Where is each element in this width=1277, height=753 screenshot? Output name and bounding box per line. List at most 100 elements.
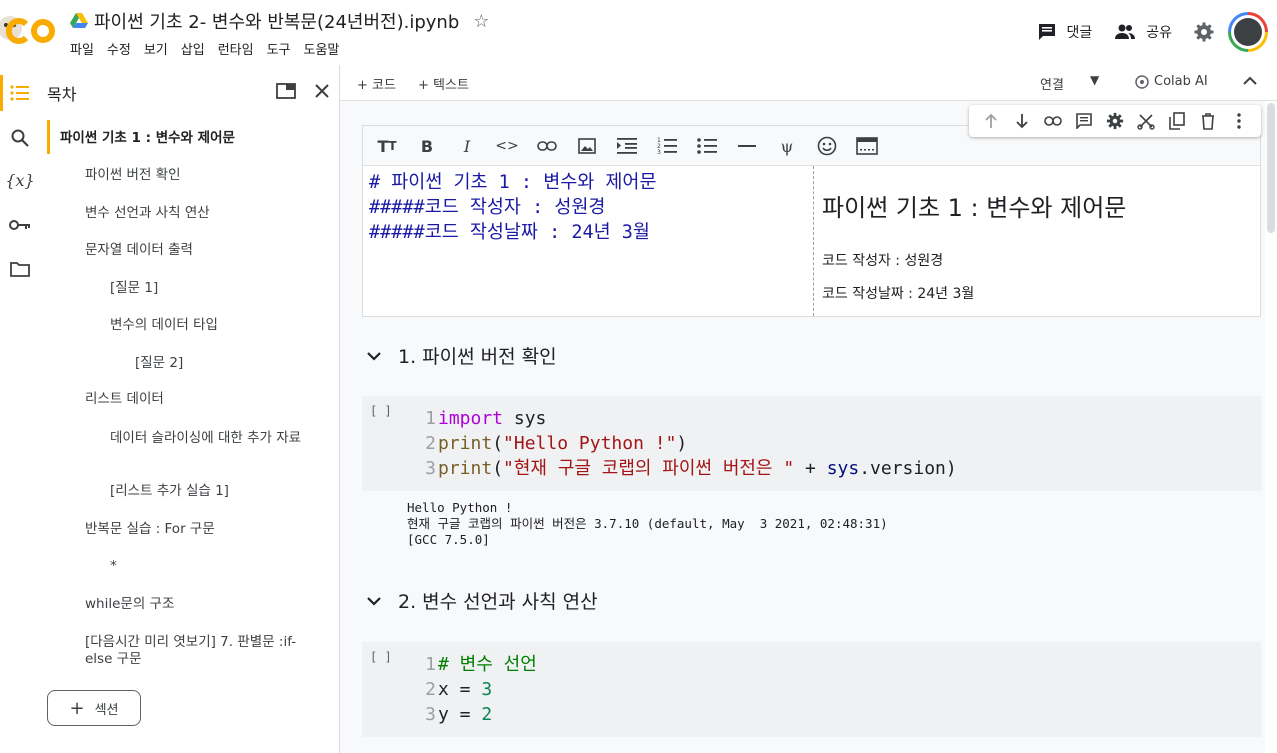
toc-item-asterisk[interactable]: * [110,558,117,575]
menu-file[interactable]: 파일 [70,39,94,58]
code-token: ) [676,433,688,454]
toc-item-for-loop[interactable]: 반복문 실습 : For 구문 [85,521,215,538]
heading-icon[interactable]: TT [375,135,399,157]
user-avatar[interactable] [1228,12,1268,52]
menu-view[interactable]: 보기 [144,39,168,58]
code-line[interactable]: 2 print("Hello Python !") [420,431,957,456]
run-cell-button[interactable]: [ ] [370,404,392,418]
notebook-toolbar: + 코드 + 텍스트 연결 ▼ Colab AI [340,65,1277,101]
star-icon[interactable]: ☆ [473,11,489,32]
italic-icon[interactable]: I [455,135,479,157]
comment-label: 댓글 [1066,25,1093,41]
chevron-up-icon[interactable] [1240,71,1260,95]
share-button[interactable]: 공유 [1114,22,1172,42]
line-number: 3 [425,704,436,725]
code-icon[interactable]: <> [495,135,519,157]
open-in-tab-icon[interactable] [274,79,298,103]
cell-action-toolbar [969,105,1261,137]
section-heading-2[interactable]: 2. 변수 선언과 사칙 연산 [362,587,598,614]
toc-item-while[interactable]: while문의 구조 [85,596,174,613]
comment-button[interactable]: 댓글 [1038,22,1092,42]
delete-icon[interactable] [1197,110,1219,132]
toc-item-slicing[interactable]: 데이터 슬라이싱에 대한 추가 자료 [110,430,310,447]
editor-preview-divider [813,166,814,316]
plus-icon: + [69,697,85,719]
toc-item-list-data[interactable]: 리스트 데이터 [85,391,164,408]
numbered-list-icon[interactable]: 123 [655,135,679,157]
toc-item-data-type[interactable]: 변수의 데이터 타입 [110,317,218,334]
scroll-thumb[interactable] [1267,103,1275,233]
code-line[interactable]: 1 import sys [420,406,957,431]
bold-icon[interactable]: B [415,135,439,157]
colab-ai-button[interactable]: Colab AI [1135,74,1208,89]
chevron-down-icon[interactable] [362,596,386,606]
variables-icon[interactable]: {x} [5,168,34,192]
move-up-icon[interactable] [980,110,1002,132]
toc-item-question-1[interactable]: [질문 1] [110,280,158,297]
preview-toggle-icon[interactable] [855,135,879,157]
menu-runtime[interactable]: 런타임 [218,39,254,58]
bulleted-list-icon[interactable] [695,135,719,157]
rail-active-indicator [0,75,3,111]
svg-text:3: 3 [657,149,661,155]
toc-item-version[interactable]: 파이썬 버전 확인 [85,167,181,184]
connect-button[interactable]: 연결 [1040,74,1064,93]
search-icon[interactable] [8,126,32,150]
cut-icon[interactable] [1135,110,1157,132]
code-line[interactable]: 3 print("현재 구글 코랩의 파이썬 버전은 " + sys.versio… [420,456,957,481]
add-text-button[interactable]: + 텍스트 [418,74,469,93]
image-icon[interactable] [575,135,599,157]
run-cell-button[interactable]: [ ] [370,650,392,664]
move-down-icon[interactable] [1011,110,1033,132]
code-editor-1[interactable]: 1 import sys 2 print("Hello Python !") 3 prin… [420,406,957,481]
section-heading-1[interactable]: 1. 파이썬 버전 확인 [362,342,557,369]
emoji-icon[interactable] [815,135,839,157]
link-cell-icon[interactable] [1042,110,1064,132]
indent-icon[interactable] [615,135,639,157]
notebook-title[interactable]: 파이썬 기초 2- 변수와 반복문(24년버전).ipynb [94,8,459,34]
toc-item-question-2[interactable]: [질문 2] [135,355,183,372]
code-cell-1[interactable]: [ ] 1 import sys 2 print("Hello Python !") 3… [362,396,1261,491]
colab-logo[interactable] [0,8,58,54]
code-token: ( [492,458,504,479]
folder-icon[interactable] [8,257,32,281]
menu-insert[interactable]: 삽입 [181,39,205,58]
text-cell-editor[interactable]: TT B I <> 123 ψ # 파이썬 기초 1: 변수와 제어문 ###… [362,125,1261,317]
markdown-source[interactable]: # 파이썬 기초 1 : 변수와 제어문 #####코드 작성자 : 성원경 #… [369,170,809,245]
menu-tools[interactable]: 도구 [267,39,291,58]
more-options-icon[interactable] [1228,110,1250,132]
settings-gear-icon[interactable] [1194,22,1214,42]
code-token: import [438,408,504,429]
code-token: sys [503,408,547,429]
copy-icon[interactable] [1166,110,1188,132]
add-section-button[interactable]: + 섹션 [47,690,141,726]
link-icon[interactable] [535,135,559,157]
line-number: 2 [425,679,436,700]
toc-item-basics[interactable]: 파이썬 기초 1 : 변수와 제어문 [60,130,235,147]
code-editor-2[interactable]: 1 # 변수 선언 2 x = 33y = 2 [420,652,537,727]
code-cell-2[interactable]: [ ] 1 # 변수 선언 2 x = 33y = 2 [362,642,1261,737]
chevron-down-icon[interactable] [362,351,386,361]
cell-settings-icon[interactable] [1104,110,1126,132]
toc-item-if-else[interactable]: [다음시간 미리 엿보기] 7. 판별문 :if-else 구문 [85,634,310,668]
close-icon[interactable] [310,79,334,103]
toc-title: 목차 [47,85,77,104]
scrollbar[interactable] [1265,101,1277,753]
code-line[interactable]: 2x = 3 [420,677,537,702]
add-code-button[interactable]: + 코드 [357,74,396,93]
comment-cell-icon[interactable] [1073,110,1095,132]
google-drive-icon[interactable] [70,13,88,29]
toc-item-string-output[interactable]: 문자열 데이터 출력 [85,242,193,259]
horizontal-rule-icon[interactable] [735,135,759,157]
code-line[interactable]: 3y = 2 [420,702,537,727]
key-icon[interactable] [8,213,32,237]
menu-help[interactable]: 도움말 [304,39,340,58]
toc-item-list-practice[interactable]: [리스트 추가 실습 1] [110,483,229,500]
caret-down-icon[interactable]: ▼ [1090,73,1099,87]
menu-edit[interactable]: 수정 [107,39,131,58]
code-token: ( [492,433,504,454]
toc-list-icon[interactable] [8,81,32,105]
latex-icon[interactable]: ψ [775,135,799,157]
code-line[interactable]: 1 # 변수 선언 [420,652,537,677]
toc-item-variables[interactable]: 변수 선언과 사칙 연산 [85,205,210,222]
